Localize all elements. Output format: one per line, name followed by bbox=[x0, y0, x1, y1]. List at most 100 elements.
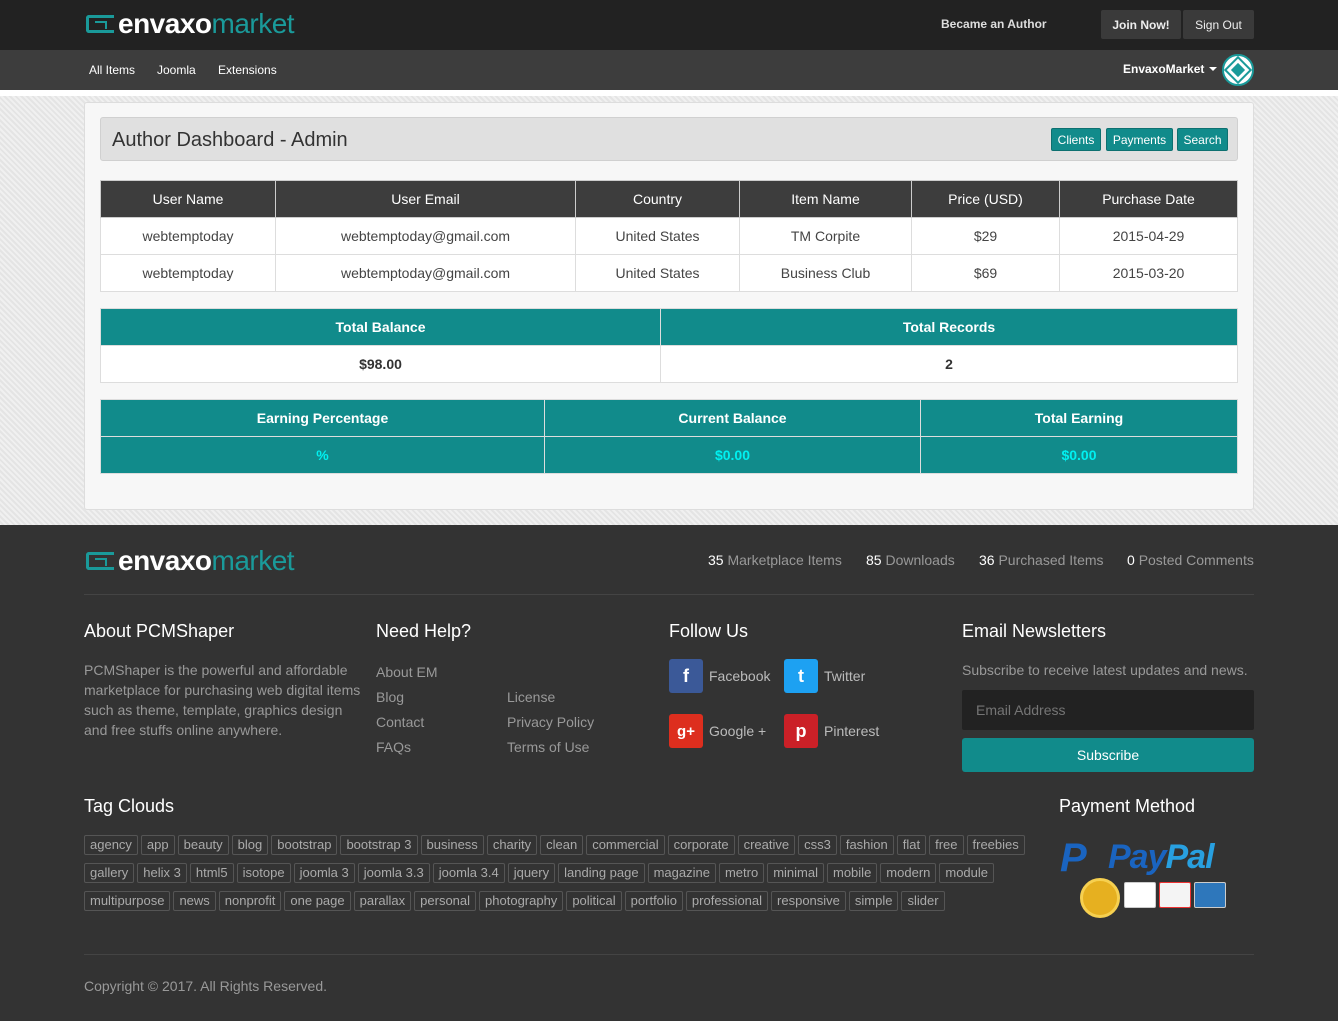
tag-link[interactable]: modern bbox=[880, 863, 937, 883]
logo-mark-icon bbox=[86, 552, 114, 570]
col-user-email: User Email bbox=[275, 180, 576, 218]
stat-purchased-items: 36 Purchased Items bbox=[979, 552, 1104, 568]
payment-heading: Payment Method bbox=[1059, 796, 1196, 816]
become-author-link[interactable]: Became an Author bbox=[941, 17, 1047, 31]
tag-link[interactable]: business bbox=[420, 835, 484, 855]
tag-link[interactable]: creative bbox=[737, 835, 796, 855]
tag-link[interactable]: political bbox=[566, 891, 622, 911]
avatar[interactable] bbox=[1222, 54, 1254, 86]
card-logos bbox=[1124, 882, 1226, 908]
purchases-table: User Name User Email Country Item Name P… bbox=[100, 180, 1238, 292]
link-terms-of-use[interactable]: Terms of Use bbox=[507, 739, 589, 755]
pinterest-link[interactable]: p Pinterest bbox=[784, 714, 879, 748]
stat-marketplace-items: 35 Marketplace Items bbox=[708, 552, 842, 568]
dashboard-header: Author Dashboard - Admin Clients Payment… bbox=[100, 117, 1238, 161]
tag-link[interactable]: gallery bbox=[84, 863, 135, 883]
tag-link[interactable]: simple bbox=[848, 891, 899, 911]
tag-link[interactable]: portfolio bbox=[624, 891, 683, 911]
footer-brand-logo[interactable]: envaxo market bbox=[86, 545, 295, 577]
cell-user-email: webtemptoday@gmail.com bbox=[275, 254, 576, 292]
tag-link[interactable]: photography bbox=[479, 891, 564, 911]
cell-country: United States bbox=[575, 254, 740, 292]
tag-link[interactable]: minimal bbox=[767, 863, 824, 883]
table-header-row: User Name User Email Country Item Name P… bbox=[100, 180, 1238, 218]
link-privacy-policy[interactable]: Privacy Policy bbox=[507, 714, 594, 730]
total-earning-label: Total Earning bbox=[920, 399, 1238, 437]
balance-table: Total Balance Total Records $98.00 2 bbox=[100, 308, 1238, 383]
cell-user-name: webtemptoday bbox=[100, 217, 276, 255]
tag-link[interactable]: professional bbox=[685, 891, 769, 911]
tag-link[interactable]: isotope bbox=[236, 863, 291, 883]
tag-link[interactable]: parallax bbox=[353, 891, 412, 911]
google-plus-link[interactable]: g+ Google + bbox=[669, 714, 766, 748]
tag-link[interactable]: joomla 3.4 bbox=[432, 863, 505, 883]
amex-card-icon bbox=[1194, 882, 1226, 908]
facebook-link[interactable]: f Facebook bbox=[669, 659, 770, 693]
tag-link[interactable]: commercial bbox=[586, 835, 665, 855]
tag-link[interactable]: mobile bbox=[827, 863, 878, 883]
link-about-em[interactable]: About EM bbox=[376, 664, 437, 680]
payments-button[interactable]: Payments bbox=[1106, 128, 1173, 151]
tag-link[interactable]: clean bbox=[540, 835, 584, 855]
clients-button[interactable]: Clients bbox=[1051, 128, 1101, 151]
tag-link[interactable]: metro bbox=[718, 863, 765, 883]
tag-link[interactable]: helix 3 bbox=[137, 863, 187, 883]
link-blog[interactable]: Blog bbox=[376, 689, 404, 705]
visa-card-icon bbox=[1124, 882, 1156, 908]
nav-all-items[interactable]: All Items bbox=[89, 63, 135, 77]
tag-link[interactable]: nonprofit bbox=[218, 891, 282, 911]
logo-text-bold: envaxo bbox=[118, 545, 212, 576]
tag-link[interactable]: bootstrap 3 bbox=[340, 835, 418, 855]
logo-mark-icon bbox=[86, 15, 114, 33]
page-title: Author Dashboard - Admin bbox=[112, 129, 348, 151]
link-contact[interactable]: Contact bbox=[376, 714, 424, 730]
stat-label: Marketplace Items bbox=[727, 552, 842, 568]
earning-percentage-value: % bbox=[100, 436, 545, 474]
tag-link[interactable]: charity bbox=[486, 835, 538, 855]
tag-link[interactable]: responsive bbox=[771, 891, 846, 911]
tag-link[interactable]: freebies bbox=[966, 835, 1025, 855]
cell-purchase-date: 2015-03-20 bbox=[1059, 254, 1238, 292]
twitter-link[interactable]: t Twitter bbox=[784, 659, 865, 693]
tag-link[interactable]: bootstrap bbox=[271, 835, 338, 855]
tag-link[interactable]: flat bbox=[896, 835, 927, 855]
tag-link[interactable]: news bbox=[173, 891, 216, 911]
about-text: PCMShaper is the powerful and affordable… bbox=[84, 662, 361, 738]
account-menu[interactable]: EnvaxoMarket bbox=[1123, 62, 1218, 76]
tag-link[interactable]: fashion bbox=[839, 835, 894, 855]
tag-link[interactable]: one page bbox=[284, 891, 351, 911]
link-license[interactable]: License bbox=[507, 689, 555, 705]
tag-link[interactable]: agency bbox=[84, 835, 138, 855]
email-field[interactable] bbox=[962, 690, 1254, 730]
search-button[interactable]: Search bbox=[1177, 128, 1228, 151]
tag-link[interactable]: html5 bbox=[189, 863, 234, 883]
subscribe-button[interactable]: Subscribe bbox=[962, 738, 1254, 772]
tag-link[interactable]: beauty bbox=[177, 835, 229, 855]
cell-country: United States bbox=[575, 217, 740, 255]
tag-link[interactable]: jquery bbox=[507, 863, 556, 883]
tag-link[interactable]: landing page bbox=[558, 863, 645, 883]
tag-link[interactable]: blog bbox=[231, 835, 269, 855]
nav-extensions[interactable]: Extensions bbox=[218, 63, 277, 77]
tag-link[interactable]: css3 bbox=[798, 835, 837, 855]
tag-link[interactable]: multipurpose bbox=[84, 891, 171, 911]
sign-out-button[interactable]: Sign Out bbox=[1183, 10, 1254, 39]
total-earning-value: $0.00 bbox=[920, 436, 1238, 474]
cell-price: $69 bbox=[911, 254, 1060, 292]
paypal-p-icon: P bbox=[1060, 836, 1087, 880]
tag-link[interactable]: personal bbox=[414, 891, 477, 911]
nav-joomla[interactable]: Joomla bbox=[157, 63, 196, 77]
tag-link[interactable]: module bbox=[939, 863, 995, 883]
tag-link[interactable]: magazine bbox=[647, 863, 716, 883]
follow-heading: Follow Us bbox=[669, 621, 749, 641]
tag-link[interactable]: slider bbox=[901, 891, 945, 911]
tag-link[interactable]: app bbox=[140, 835, 175, 855]
tag-link[interactable]: joomla 3.3 bbox=[357, 863, 430, 883]
tag-link[interactable]: free bbox=[929, 835, 964, 855]
tag-link[interactable]: joomla 3 bbox=[293, 863, 355, 883]
brand-logo[interactable]: envaxo market bbox=[86, 8, 295, 40]
join-now-button[interactable]: Join Now! bbox=[1101, 10, 1181, 39]
tag-link[interactable]: corporate bbox=[667, 835, 735, 855]
tag-cloud: agency app beauty blog bootstrap bootstrap 3b… bbox=[84, 835, 1044, 911]
link-faqs[interactable]: FAQs bbox=[376, 739, 411, 755]
